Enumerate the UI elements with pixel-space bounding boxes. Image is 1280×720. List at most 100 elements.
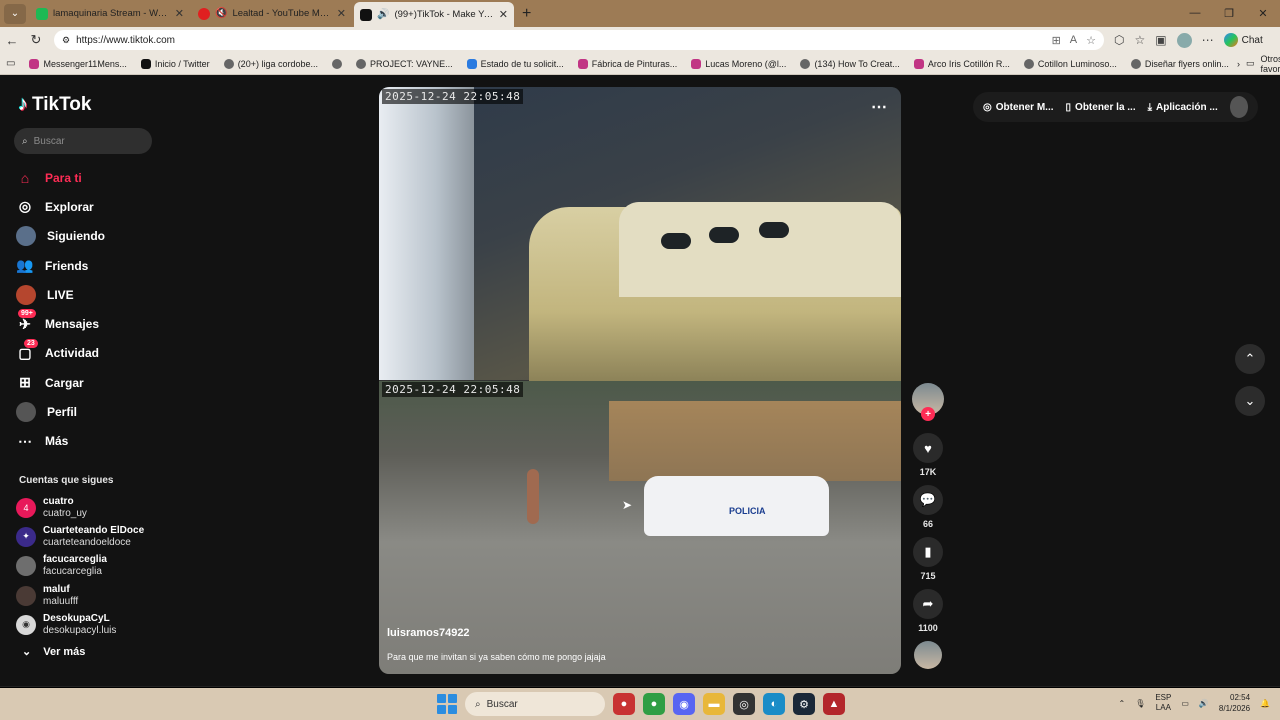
get-coins-button[interactable]: ◎ Obtener M...	[983, 102, 1054, 113]
windows-start-icon[interactable]	[437, 694, 457, 714]
save-button[interactable]: ▮	[913, 537, 943, 567]
kick-favicon-icon	[36, 7, 48, 20]
chevron-right-icon[interactable]: ›	[1237, 59, 1240, 69]
close-tab-icon[interactable]: ✕	[337, 7, 346, 20]
bookmark-lucas-moreno[interactable]: Lucas Moreno (@l...	[685, 58, 792, 69]
previous-video-button[interactable]: ⌃	[1235, 344, 1265, 374]
file-explorer-icon[interactable]: ▬	[703, 693, 725, 715]
favorite-star-icon[interactable]: ☆	[1086, 34, 1096, 47]
sidebar-item-perfil[interactable]: Perfil	[16, 397, 105, 426]
following-item[interactable]: ◉ DesokupaCyL desokupacyl.luis	[16, 610, 144, 639]
bookmark-messenger[interactable]: Messenger11Mens...	[23, 58, 132, 69]
bookmark-how-to-create[interactable]: (134) How To Creat...	[794, 58, 905, 69]
back-icon[interactable]: ←	[0, 29, 24, 51]
sidebar-item-para-ti[interactable]: ⌂ Para ti	[16, 163, 105, 192]
next-video-button[interactable]: ⌄	[1235, 386, 1265, 416]
taskbar-search[interactable]: ⌕ Buscar	[465, 692, 605, 716]
bookmark-project-vayne[interactable]: PROJECT: VAYNE...	[350, 58, 459, 69]
bookmark-fabrica-pinturas[interactable]: Fábrica de Pinturas...	[572, 58, 684, 69]
following-item[interactable]: 4 cuatro cuatro_uy	[16, 493, 144, 522]
tab-tiktok[interactable]: 🔊 (99+)TikTok - Make Your Day ✕	[354, 2, 514, 27]
video-author[interactable]: luisramos74922	[387, 627, 470, 639]
following-item[interactable]: maluf maluufff	[16, 581, 144, 610]
site-info-icon[interactable]: ⚙	[62, 35, 70, 46]
sidebar-item-label: Friends	[45, 258, 89, 273]
microphone-icon[interactable]: 🎙	[1135, 699, 1145, 708]
sidebar-item-friends[interactable]: 👥 Friends	[16, 251, 105, 280]
tab-lamaquinaria[interactable]: lamaquinaria Stream - Watch Live ✕	[30, 2, 190, 26]
new-tab-button[interactable]: +	[522, 5, 531, 23]
volume-icon[interactable]: 🔊	[1199, 699, 1209, 708]
close-tab-icon[interactable]: ✕	[175, 7, 184, 20]
copilot-chat-button[interactable]: Chat	[1223, 33, 1263, 47]
following-handle: cuarteteandoeldoce	[43, 536, 131, 548]
display-icon[interactable]: ▭	[1181, 699, 1189, 708]
chevron-down-icon: ⌄	[1244, 393, 1256, 408]
more-options-icon[interactable]: ⋯	[871, 97, 887, 117]
share-button[interactable]: ➦	[913, 589, 943, 619]
edge-icon[interactable]: ◐	[763, 693, 785, 715]
chevron-up-icon[interactable]: ⌃	[1118, 699, 1125, 708]
compass-icon: ◎	[18, 198, 32, 215]
chrome-canary-icon[interactable]: ●	[613, 693, 635, 715]
bookmark-liga-cordobesa[interactable]: (20+) liga cordobe...	[218, 58, 324, 69]
search-input[interactable]: ⌕ Buscar	[14, 128, 152, 154]
translate-icon[interactable]: A	[1070, 34, 1077, 47]
desktop-app-button[interactable]: ⤓ Aplicación ...	[1148, 102, 1218, 113]
tab-actions-menu-button[interactable]: ⌄	[4, 3, 26, 24]
chrome-icon[interactable]: ●	[643, 693, 665, 715]
restore-icon[interactable]: ❐	[1212, 0, 1246, 26]
sidebar-item-live[interactable]: LIVE	[16, 280, 105, 309]
profile-avatar-icon[interactable]	[1176, 32, 1192, 48]
notifications-icon[interactable]: 🔔	[1260, 699, 1270, 708]
bookmark-twitter[interactable]: Inicio / Twitter	[135, 58, 216, 69]
game-app-icon[interactable]: ▲	[823, 693, 845, 715]
get-app-button[interactable]: ▯ Obtener la ...	[1066, 102, 1136, 113]
bookmark-arco-iris[interactable]: Arco Iris Cotillón R...	[908, 58, 1016, 69]
bookmark-globe[interactable]	[326, 58, 348, 69]
tab-youtube-music[interactable]: 🔇 Lealtad - YouTube Music ✕	[192, 2, 352, 26]
media-app-icon[interactable]: ◎	[733, 693, 755, 715]
close-window-icon[interactable]: ✕	[1246, 0, 1280, 26]
discord-icon[interactable]: ◉	[673, 693, 695, 715]
sidebar-item-explorar[interactable]: ◎ Explorar	[16, 192, 105, 221]
following-item[interactable]: ✦ Cuarteteando ElDoce cuarteteandoeldoce	[16, 522, 144, 551]
other-favorites[interactable]: Otros favoritos	[1260, 54, 1280, 74]
sidebar-item-siguiendo[interactable]: Siguiendo	[16, 222, 105, 251]
like-button[interactable]: ♥	[913, 433, 943, 463]
tiktok-logo[interactable]: ♪ TikTok	[18, 93, 91, 116]
comment-button[interactable]: 💬	[913, 485, 943, 515]
sidebar-item-mensajes[interactable]: ✈ 99+ Mensajes	[16, 309, 105, 338]
refresh-icon[interactable]: ↻	[24, 29, 48, 51]
address-bar[interactable]: ⚙ https://www.tiktok.com ⊞ A ☆	[54, 30, 1104, 50]
see-more-button[interactable]: ⌄ Ver más	[22, 645, 85, 659]
author-avatar[interactable]: +	[912, 383, 944, 421]
extensions-icon[interactable]: ⬡	[1114, 33, 1124, 47]
following-item[interactable]: facucarceglia facucarceglia	[16, 552, 144, 581]
window-controls: — ❐ ✕	[1178, 0, 1280, 26]
bookmark-estado-solicitud[interactable]: Estado de tu solicit...	[461, 58, 570, 69]
settings-more-icon[interactable]: ⋯	[1202, 33, 1214, 47]
user-avatar[interactable]	[1229, 96, 1248, 118]
music-disc-avatar[interactable]	[914, 641, 942, 669]
bookmark-cotillon-luminoso[interactable]: Cotillon Luminoso...	[1018, 58, 1123, 69]
bookmark-disenar-flyers[interactable]: Diseñar flyers onlin...	[1125, 58, 1235, 69]
sidebar-item-actividad[interactable]: ▢ 23 Actividad	[16, 338, 105, 368]
url-text[interactable]: https://www.tiktok.com	[76, 35, 175, 46]
minimize-icon[interactable]: —	[1178, 0, 1212, 26]
apps-icon[interactable]: ⊞	[1052, 34, 1061, 47]
sidebar-item-mas[interactable]: ⋯ Más	[16, 427, 105, 456]
sidebar-item-cargar[interactable]: ⊞ Cargar	[16, 368, 105, 397]
collections-icon[interactable]: ▣	[1155, 33, 1166, 47]
favorites-icon[interactable]: ☆	[1134, 33, 1145, 47]
video-player[interactable]: 2025-12-24 22:05:48 ⋯ POLICIA 2025-12-24…	[379, 87, 901, 674]
close-tab-icon[interactable]: ✕	[499, 8, 508, 21]
clock[interactable]: 02:54 8/1/2026	[1219, 692, 1250, 714]
following-name: facucarceglia	[43, 554, 107, 566]
muted-audio-icon[interactable]: 🔇	[215, 8, 227, 19]
audio-playing-icon[interactable]: 🔊	[377, 9, 389, 20]
sidebar-toggle-icon[interactable]: ▭	[6, 58, 15, 69]
steam-icon[interactable]: ⚙	[793, 693, 815, 715]
language-indicator[interactable]: ESP LAA	[1155, 693, 1171, 713]
follow-plus-icon[interactable]: +	[921, 407, 935, 421]
